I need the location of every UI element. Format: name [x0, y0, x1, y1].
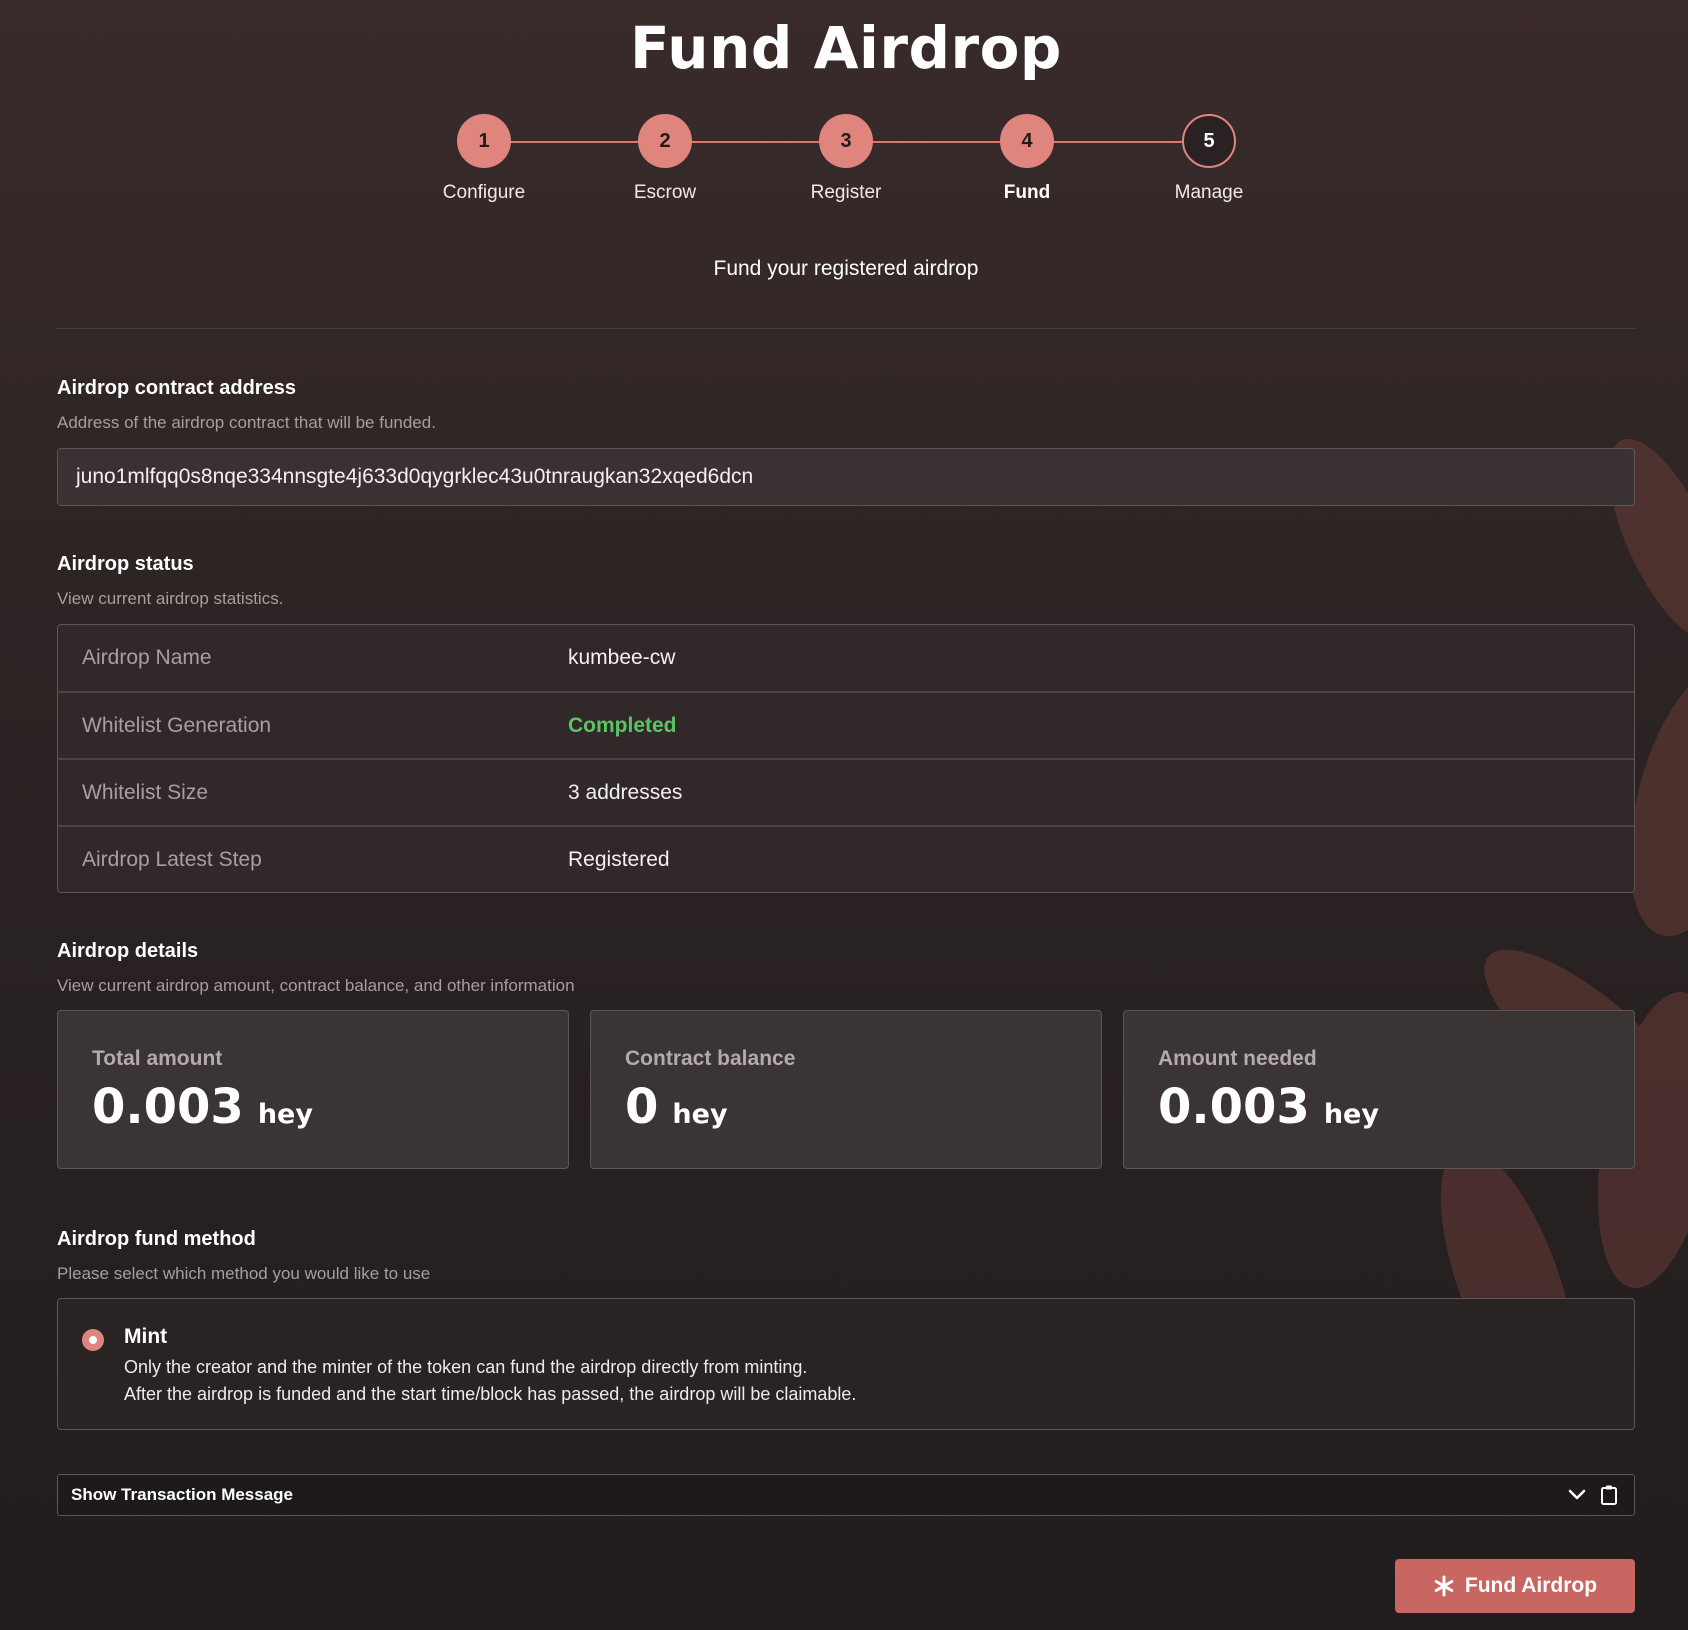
step-fund[interactable]: 4 Fund: [952, 114, 1102, 204]
status-key: Airdrop Name: [82, 646, 212, 669]
mint-method-option[interactable]: Mint Only the creator and the minter of …: [57, 1298, 1635, 1430]
contract-address-value: juno1mlfqq0s8nqe334nnsgte4j633d0qygrklec…: [76, 465, 754, 488]
card-value: 0 hey: [625, 1079, 1067, 1135]
contract-balance-card: Contract balance 0 hey: [590, 1010, 1102, 1169]
card-number: 0: [625, 1079, 659, 1135]
card-label: Amount needed: [1158, 1047, 1317, 1070]
card-label: Contract balance: [625, 1047, 796, 1070]
status-value: 3 addresses: [568, 780, 683, 804]
card-unit: hey: [257, 1099, 313, 1130]
fund-airdrop-button[interactable]: Fund Airdrop: [1395, 1559, 1635, 1613]
step-manage[interactable]: 5 Manage: [1134, 114, 1284, 204]
step-number: 5: [1182, 114, 1236, 168]
total-amount-card: Total amount 0.003 hey: [57, 1010, 569, 1169]
asterisk-icon: [1433, 1575, 1455, 1597]
fund-method-section-title: Airdrop fund method: [57, 1228, 256, 1250]
amount-needed-card: Amount needed 0.003 hey: [1123, 1010, 1635, 1169]
table-row: Whitelist Generation Completed: [58, 691, 1634, 758]
method-description-line: Only the creator and the minter of the t…: [124, 1357, 808, 1377]
status-key: Whitelist Size: [82, 780, 209, 804]
status-value: kumbee-cw: [568, 646, 676, 669]
status-value: Registered: [568, 847, 670, 871]
status-section-title: Airdrop status: [57, 553, 194, 575]
step-number: 2: [638, 114, 692, 168]
step-number: 3: [819, 114, 873, 168]
details-section-title: Airdrop details: [57, 940, 199, 962]
status-badge: Completed: [568, 713, 677, 737]
show-transaction-toggle[interactable]: Show Transaction Message: [57, 1474, 1635, 1516]
step-configure[interactable]: 1 Configure: [409, 114, 559, 204]
radio-dot: [89, 1336, 97, 1344]
step-number: 1: [457, 114, 511, 168]
method-title: Mint: [124, 1325, 168, 1348]
contract-address-field[interactable]: juno1mlfqq0s8nqe334nnsgte4j633d0qygrklec…: [57, 448, 1635, 506]
fund-airdrop-button-label: Fund Airdrop: [1464, 1574, 1598, 1597]
page-title: Fund Airdrop: [630, 14, 1062, 82]
status-table: Airdrop Name kumbee-cw Whitelist Generat…: [57, 624, 1635, 893]
card-value: 0.003 hey: [1158, 1079, 1600, 1135]
step-label: Manage: [1174, 182, 1244, 203]
method-description-line: After the airdrop is funded and the star…: [124, 1384, 857, 1404]
step-label: Escrow: [633, 182, 697, 203]
table-row: Airdrop Name kumbee-cw: [58, 625, 1634, 691]
contract-section-description: Address of the airdrop contract that wil…: [57, 413, 436, 432]
card-value: 0.003 hey: [92, 1079, 534, 1135]
card-unit: hey: [1323, 1099, 1379, 1130]
mint-radio[interactable]: [82, 1329, 104, 1351]
step-label: Configure: [442, 182, 526, 203]
step-label: Register: [810, 182, 882, 203]
transaction-toggle-label: Show Transaction Message: [71, 1485, 294, 1504]
chevron-down-icon[interactable]: [1565, 1483, 1589, 1507]
step-register[interactable]: 3 Register: [771, 114, 921, 204]
fund-method-section-description: Please select which method you would lik…: [57, 1264, 431, 1283]
card-label: Total amount: [92, 1047, 223, 1070]
status-section-description: View current airdrop statistics.: [57, 589, 284, 608]
details-section-description: View current airdrop amount, contract ba…: [57, 976, 575, 995]
clipboard-icon[interactable]: [1597, 1483, 1621, 1507]
card-unit: hey: [672, 1099, 728, 1130]
section-divider: [57, 328, 1635, 329]
table-row: Airdrop Latest Step Registered: [58, 825, 1634, 892]
table-row: Whitelist Size 3 addresses: [58, 758, 1634, 825]
details-cards: Total amount 0.003 hey Contract balance …: [57, 1010, 1635, 1169]
step-escrow[interactable]: 2 Escrow: [590, 114, 740, 204]
progress-stepper: 1 Configure 2 Escrow 3 Register 4 Fund 5…: [57, 114, 1635, 214]
card-number: 0.003: [92, 1079, 244, 1135]
status-key: Whitelist Generation: [82, 713, 272, 737]
step-label: Fund: [1003, 182, 1051, 203]
page-subtitle: Fund your registered airdrop: [713, 257, 979, 280]
card-number: 0.003: [1158, 1079, 1310, 1135]
status-key: Airdrop Latest Step: [82, 847, 262, 871]
contract-section-title: Airdrop contract address: [57, 377, 296, 399]
step-number: 4: [1000, 114, 1054, 168]
